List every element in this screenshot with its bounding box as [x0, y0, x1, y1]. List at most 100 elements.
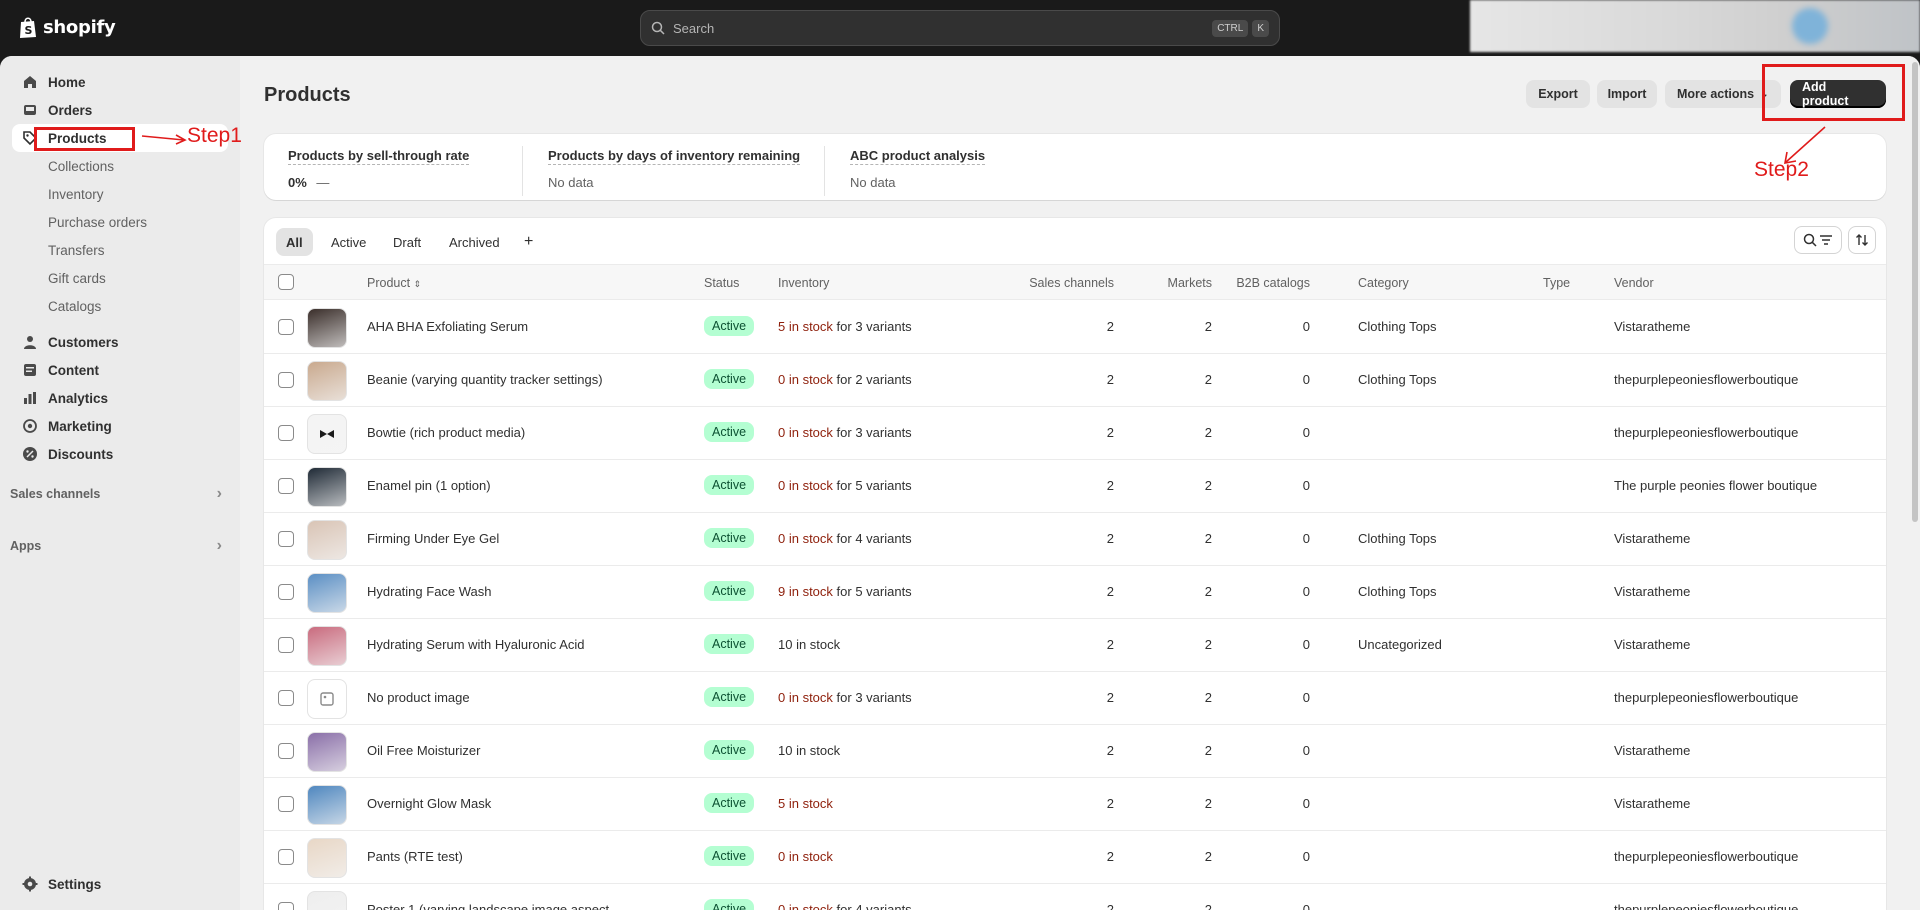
shopify-logo[interactable]: S shopify: [18, 15, 116, 39]
product-thumbnail[interactable]: [307, 308, 347, 348]
search-bar[interactable]: Search CTRL K: [640, 10, 1280, 46]
table-row[interactable]: Pants (RTE test) Active 0 in stock 2 2 0 thepu…: [264, 831, 1886, 884]
metric-sell-through[interactable]: Products by sell-through rate 0% —: [288, 148, 470, 190]
sales-channels-count: 2: [1106, 796, 1114, 811]
table-row[interactable]: Hydrating Serum with Hyaluronic Acid Acti…: [264, 619, 1886, 672]
product-title[interactable]: Pants (RTE test): [367, 849, 463, 864]
product-thumbnail[interactable]: [307, 573, 347, 613]
product-thumbnail[interactable]: [307, 732, 347, 772]
import-button[interactable]: Import: [1597, 80, 1657, 108]
sidebar-item-settings[interactable]: Settings: [12, 870, 228, 898]
tab-active[interactable]: Active: [321, 228, 376, 256]
product-title[interactable]: Bowtie (rich product media): [367, 425, 525, 440]
sidebar-section-apps[interactable]: Apps ›: [10, 534, 230, 558]
row-checkbox[interactable]: [278, 637, 294, 653]
sidebar-item-marketing[interactable]: Marketing: [12, 412, 228, 440]
row-checkbox[interactable]: [278, 319, 294, 335]
row-checkbox[interactable]: [278, 478, 294, 494]
tab-all[interactable]: All: [276, 228, 313, 256]
person-icon: [24, 336, 36, 349]
product-title[interactable]: Oil Free Moisturizer: [367, 743, 480, 758]
row-checkbox[interactable]: [278, 849, 294, 865]
inventory-cell: 5 in stock: [778, 796, 833, 811]
row-checkbox[interactable]: [278, 690, 294, 706]
discount-icon: [23, 447, 37, 461]
select-all-checkbox[interactable]: [278, 274, 294, 290]
table-row[interactable]: Enamel pin (1 option) Active 0 in stock fo…: [264, 460, 1886, 513]
sidebar-subitem-transfers[interactable]: Transfers: [48, 236, 105, 264]
sidebar-item-analytics[interactable]: Analytics: [12, 384, 228, 412]
product-thumbnail[interactable]: [307, 679, 347, 719]
row-checkbox[interactable]: [278, 902, 294, 910]
product-title[interactable]: Hydrating Serum with Hyaluronic Acid: [367, 637, 584, 652]
table-row[interactable]: Overnight Glow Mask Active 5 in stock 2 2 0 Vi…: [264, 778, 1886, 831]
product-thumbnail[interactable]: [307, 891, 347, 910]
product-thumbnail[interactable]: [307, 361, 347, 401]
sidebar-subitem-inventory[interactable]: Inventory: [48, 180, 104, 208]
row-checkbox[interactable]: [278, 796, 294, 812]
product-title[interactable]: AHA BHA Exfoliating Serum: [367, 319, 528, 334]
sidebar-item-label: Marketing: [48, 418, 112, 434]
vendor-cell: Vistaratheme: [1614, 637, 1691, 652]
sidebar-subitem-catalogs[interactable]: Catalogs: [48, 292, 101, 320]
sales-channels-count: 2: [1106, 637, 1114, 652]
sidebar-item-label: Customers: [48, 334, 119, 350]
product-thumbnail[interactable]: [307, 414, 347, 454]
sidebar-subitem-purchase-orders[interactable]: Purchase orders: [48, 208, 147, 236]
tab-draft[interactable]: Draft: [383, 228, 431, 256]
store-account-area[interactable]: [1470, 0, 1920, 52]
search-filter-button[interactable]: [1794, 226, 1842, 254]
status-badge: Active: [704, 634, 755, 654]
inventory-cell: 0 in stock for 3 variants: [778, 425, 912, 440]
sidebar-item-content[interactable]: Content: [12, 356, 228, 384]
metric-abc-analysis[interactable]: ABC product analysis No data: [850, 148, 986, 190]
column-header-product[interactable]: Product ⇕: [367, 276, 421, 290]
table-row[interactable]: Poster 1 (varying landscape image aspect…: [264, 884, 1886, 910]
row-checkbox[interactable]: [278, 584, 294, 600]
scrollbar[interactable]: [1912, 62, 1918, 522]
sales-channels-count: 2: [1106, 743, 1114, 758]
row-checkbox[interactable]: [278, 531, 294, 547]
product-thumbnail[interactable]: [307, 626, 347, 666]
metric-days-inventory[interactable]: Products by days of inventory remaining …: [548, 148, 801, 190]
row-checkbox[interactable]: [278, 743, 294, 759]
product-title[interactable]: Firming Under Eye Gel: [367, 531, 499, 546]
sidebar-subitem-collections[interactable]: Collections: [48, 152, 114, 180]
variant-count: for 5 variants: [832, 478, 912, 493]
sort-button[interactable]: [1848, 226, 1876, 254]
search-icon: [651, 21, 665, 35]
sidebar-subitem-gift-cards[interactable]: Gift cards: [48, 264, 106, 292]
product-title[interactable]: Enamel pin (1 option): [367, 478, 491, 493]
row-checkbox[interactable]: [278, 425, 294, 441]
product-title[interactable]: Hydrating Face Wash: [367, 584, 492, 599]
add-view-button[interactable]: +: [514, 228, 543, 256]
sidebar-item-discounts[interactable]: Discounts: [12, 440, 228, 468]
inventory-cell: 0 in stock for 4 variants: [778, 531, 912, 546]
sidebar-section-sales-channels[interactable]: Sales channels ›: [10, 482, 230, 506]
export-button[interactable]: Export: [1526, 80, 1590, 108]
sidebar-item-label: Settings: [48, 876, 102, 892]
table-row[interactable]: Bowtie (rich product media) Active 0 in st…: [264, 407, 1886, 460]
sidebar-item-orders[interactable]: Orders: [12, 96, 228, 124]
product-title[interactable]: No product image: [367, 690, 470, 705]
table-row[interactable]: AHA BHA Exfoliating Serum Active 5 in stoc…: [264, 301, 1886, 354]
sidebar-item-home[interactable]: Home: [12, 68, 228, 96]
row-checkbox[interactable]: [278, 372, 294, 388]
avatar[interactable]: [1792, 8, 1828, 44]
product-thumbnail[interactable]: [307, 838, 347, 878]
sidebar-item-customers[interactable]: Customers: [12, 328, 228, 356]
tab-archived[interactable]: Archived: [439, 228, 510, 256]
table-row[interactable]: Oil Free Moisturizer Active 10 in stock 2 2 0…: [264, 725, 1886, 778]
product-thumbnail[interactable]: [307, 467, 347, 507]
table-row[interactable]: No product image Active 0 in stock for 3 v…: [264, 672, 1886, 725]
table-row[interactable]: Beanie (varying quantity tracker setting…: [264, 354, 1886, 407]
product-title[interactable]: Poster 1 (varying landscape image aspect: [367, 902, 609, 910]
table-row[interactable]: Firming Under Eye Gel Active 0 in stock fo…: [264, 513, 1886, 566]
product-thumbnail[interactable]: [307, 520, 347, 560]
product-title[interactable]: Beanie (varying quantity tracker setting…: [367, 372, 603, 387]
product-thumbnail[interactable]: [307, 785, 347, 825]
product-title[interactable]: Overnight Glow Mask: [367, 796, 491, 811]
kbd-k: K: [1252, 19, 1269, 37]
page-title: Products: [264, 84, 351, 106]
table-row[interactable]: Hydrating Face Wash Active 9 in stock for …: [264, 566, 1886, 619]
